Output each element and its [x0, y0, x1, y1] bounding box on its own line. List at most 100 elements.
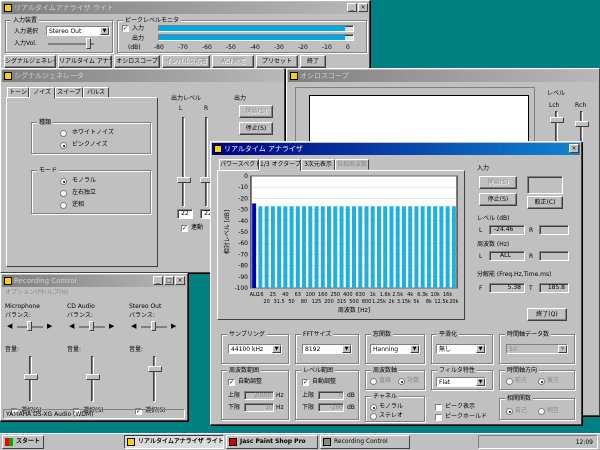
linear-radio[interactable]: [370, 378, 377, 385]
freq-axis-label: 周波数軸: [371, 366, 400, 375]
x-tick-label: 800: [362, 299, 372, 305]
osc-titlebar[interactable]: オシロスコープ: [288, 70, 598, 82]
peak-show-checkbox[interactable]: [435, 404, 442, 411]
ch-mono-radio[interactable]: [370, 404, 377, 411]
level-lower-input[interactable]: -160: [318, 403, 344, 412]
freq-auto-checkbox[interactable]: ✓: [228, 379, 235, 386]
clock[interactable]: 12:09: [576, 438, 593, 447]
rta-stop-button[interactable]: 停止(S): [479, 193, 517, 206]
monitor-button-1[interactable]: リアルタイム アナライザ: [58, 55, 112, 68]
minimize-button[interactable]: _: [153, 276, 163, 285]
paintshop-icon: [229, 438, 237, 446]
siggen-tab-1[interactable]: ノイズ: [29, 87, 55, 99]
level-upper-label: 上限: [302, 392, 315, 399]
taskbar: スタート リアルタイムアナライザ ライト Jasc Paint Shop Pro…: [0, 433, 600, 450]
white-noise-radio[interactable]: [60, 130, 67, 137]
osc-lch-thumb[interactable]: [550, 117, 564, 123]
siggen-title: シグナルジェネレータ: [14, 72, 84, 80]
siggen-stop-button[interactable]: 停止(S): [239, 122, 273, 135]
x-tick-label: 40: [282, 292, 288, 298]
level-group-label: レベル (dB): [477, 215, 510, 222]
correlation-group: 相関関数 自己 相互: [499, 394, 575, 420]
out-l-value[interactable]: 22: [177, 209, 193, 219]
rta-titlebar[interactable]: リアルタイム アナライザ: [212, 143, 580, 155]
balance-thumb[interactable]: [27, 321, 32, 331]
sampling-dropdown[interactable]: 44100 kHz ▼: [228, 344, 282, 354]
monitor-button-4[interactable]: ACF測定: [212, 55, 254, 68]
rta-tab-0[interactable]: パワースペクトル: [219, 159, 267, 170]
volume-slider-thumb[interactable]: [86, 374, 100, 380]
rta-tab-2[interactable]: 3次元表示: [301, 159, 335, 170]
ch-stereo-radio[interactable]: [370, 413, 377, 420]
log-radio[interactable]: [398, 378, 405, 385]
window-dropdown[interactable]: Hanning ▼: [370, 344, 420, 354]
freq-upper-input[interactable]: 20000: [244, 391, 274, 400]
speaker-left-icon: ◀: [69, 322, 75, 330]
cross-corr-label: 相互: [547, 407, 560, 414]
spectrum-bar: [352, 206, 356, 288]
volume-slider-thumb[interactable]: [148, 366, 162, 372]
x-tick-label: 2.5k: [392, 292, 403, 298]
x-tick-label: 31.5: [274, 299, 285, 305]
reverse-radio[interactable]: [60, 202, 67, 209]
rta-close-button[interactable]: 終了(Q): [527, 308, 567, 321]
smoothing-dropdown[interactable]: 無し ▼: [436, 344, 486, 354]
monitor-button-0[interactable]: シグナルジェネレータ: [4, 55, 56, 68]
self-corr-radio[interactable]: [506, 408, 513, 415]
start-button[interactable]: スタート: [2, 435, 44, 449]
link-checkbox[interactable]: ✓: [181, 225, 188, 232]
osc-title: オシロスコープ: [300, 72, 349, 80]
monitor-button-2[interactable]: オシロスコープ: [114, 55, 160, 68]
input-checkbox[interactable]: ✓: [122, 25, 129, 32]
taskbar-item-analyzer[interactable]: リアルタイムアナライザ ライト: [124, 435, 224, 449]
osc-rch-thumb[interactable]: [575, 121, 589, 127]
close-button[interactable]: ×: [175, 276, 185, 285]
forward-radio[interactable]: [506, 378, 513, 385]
menu-help[interactable]: ヘルプ(H): [41, 288, 68, 297]
freq-upper-label: 上限: [228, 392, 241, 399]
input-vol-slider-thumb[interactable]: [86, 38, 91, 49]
freq-lower-input[interactable]: 10: [244, 403, 274, 412]
menu-options[interactable]: オプション(P): [5, 288, 43, 297]
filter-dropdown[interactable]: Flat ▼: [436, 377, 486, 387]
pink-noise-radio[interactable]: [60, 142, 67, 149]
lr-radio[interactable]: [60, 190, 67, 197]
backward-radio[interactable]: [538, 378, 545, 385]
out-l-slider-track[interactable]: [182, 117, 185, 207]
monitor-button-6[interactable]: 終了: [300, 55, 326, 68]
volume-slider-track[interactable]: [153, 356, 156, 402]
close-button[interactable]: ×: [358, 3, 368, 12]
close-button[interactable]: ×: [569, 144, 579, 153]
time-data-dropdown[interactable]: 50 ▼: [506, 344, 568, 354]
mono-radio[interactable]: [60, 178, 67, 185]
input-select-dropdown[interactable]: Stereo Out ▼: [46, 26, 110, 36]
y-tick-label: -30: [238, 207, 248, 214]
rta-start-button[interactable]: 開始(S): [479, 176, 517, 189]
out-l-slider-thumb[interactable]: [177, 177, 191, 183]
taskbar-item-paintshop[interactable]: Jasc Paint Shop Pro: [226, 435, 318, 449]
siggen-titlebar[interactable]: シグナルジェネレータ: [2, 70, 283, 82]
taskbar-item-recording[interactable]: Recording Control: [320, 435, 410, 449]
res-t-label: T: [529, 285, 533, 292]
recording-control-window: Recording Control _ □ × オプション(P) ヘルプ(H) …: [0, 273, 188, 421]
rta-tab-3[interactable]: 位相周波数: [335, 159, 369, 170]
monitor-titlebar[interactable]: リアルタイムアナライザ ライト: [2, 2, 368, 14]
out-r-slider-track[interactable]: [205, 117, 208, 207]
maximize-button[interactable]: □: [164, 276, 174, 285]
monitor-button-3[interactable]: インパルス応答: [162, 55, 210, 68]
minimize-button[interactable]: _: [347, 3, 357, 12]
spectrum-bar: [370, 206, 375, 288]
calibrate-button[interactable]: 較正(C): [527, 196, 563, 209]
balance-thumb[interactable]: [151, 321, 156, 331]
monitor-button-5[interactable]: プリセット: [256, 55, 298, 68]
level-auto-checkbox[interactable]: ✓: [302, 379, 309, 386]
siggen-start-button[interactable]: 開始(S): [239, 105, 273, 118]
cross-corr-radio[interactable]: [538, 408, 545, 415]
freq-l-value: ALL: [489, 251, 525, 261]
peak-hold-checkbox[interactable]: [435, 414, 442, 421]
balance-thumb[interactable]: [89, 321, 94, 331]
fft-dropdown[interactable]: 8192 ▼: [302, 344, 352, 354]
rta-tab-1[interactable]: 1/3 オクターブ: [259, 159, 301, 171]
volume-slider-thumb[interactable]: [24, 374, 38, 380]
level-upper-input[interactable]: 0: [318, 391, 344, 400]
